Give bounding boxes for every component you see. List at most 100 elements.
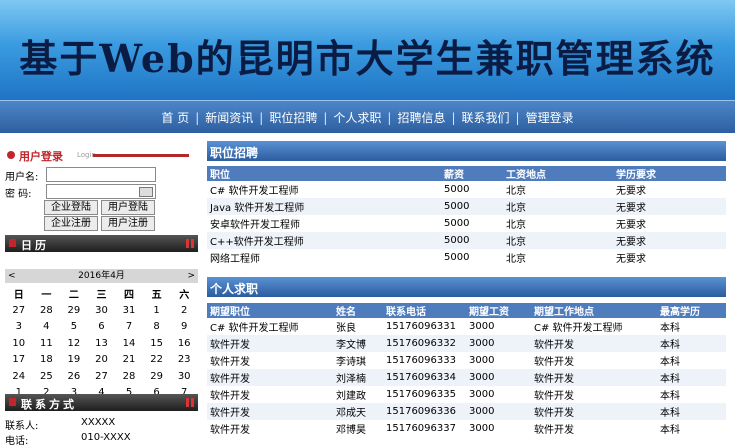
table-cell[interactable]: 网络工程师 — [207, 249, 441, 266]
section-bullet-icon — [9, 398, 16, 406]
calendar-day[interactable]: 27 — [5, 302, 33, 319]
password-input[interactable] — [46, 184, 156, 199]
main-nav: 首 页 | 新闻资讯 | 职位招聘 | 个人求职 | 招聘信息 | 联系我们 | 管理登录 — [0, 100, 735, 133]
calendar-day[interactable]: 4 — [33, 319, 61, 336]
job-row[interactable]: Java 软件开发工程师 5000 北京 无要求 — [207, 198, 726, 215]
nav-separator: | — [323, 111, 328, 125]
calendar-day[interactable]: 2 — [170, 302, 198, 319]
table-cell[interactable]: 软件开发 — [207, 352, 333, 369]
calendar-day[interactable]: 25 — [33, 368, 61, 385]
company-login-button[interactable]: 企业登陆 — [44, 200, 98, 215]
user-register-button[interactable]: 用户注册 — [101, 216, 155, 231]
table-cell: 北京 — [506, 220, 526, 231]
calendar-day[interactable]: 31 — [115, 302, 143, 319]
table-cell[interactable]: C++软件开发工程师 — [207, 232, 441, 249]
calendar-day[interactable]: 11 — [33, 335, 61, 352]
table-cell: 软件开发 — [531, 403, 657, 420]
table-cell[interactable]: C# 软件开发工程师 — [207, 318, 333, 335]
calendar-day[interactable]: 12 — [60, 335, 88, 352]
table-cell[interactable]: Java 软件开发工程师 — [207, 198, 441, 215]
nav-separator: | — [515, 111, 520, 125]
table-cell: 3000 — [466, 369, 531, 386]
calendar-day[interactable]: 28 — [115, 368, 143, 385]
table-cell: 本科 — [660, 357, 680, 368]
table-cell: 15176096332 — [383, 335, 466, 352]
calendar-day[interactable]: 8 — [143, 319, 171, 336]
table-cell[interactable]: 软件开发 — [207, 369, 333, 386]
seeker-row[interactable]: 软件开发 邓成天 15176096336 3000 软件开发 本科 — [207, 403, 726, 420]
nav-link[interactable]: 职位招聘 — [269, 111, 317, 125]
table-cell[interactable]: C# 软件开发工程师 — [207, 181, 441, 198]
calendar-day[interactable]: 10 — [5, 335, 33, 352]
column-header: 联系电话 — [383, 303, 466, 318]
weekday-header: 一 — [41, 290, 52, 301]
user-login-button[interactable]: 用户登陆 — [101, 200, 155, 215]
table-cell: 无要求 — [613, 232, 726, 249]
calendar-day[interactable]: 20 — [88, 352, 116, 369]
table-cell: 软件开发 — [531, 369, 657, 386]
calendar-day[interactable]: 3 — [5, 319, 33, 336]
calendar-day[interactable]: 30 — [170, 368, 198, 385]
seeker-row[interactable]: 软件开发 李文博 15176096332 3000 软件开发 本科 — [207, 335, 726, 352]
job-row[interactable]: 网络工程师 5000 北京 无要求 — [207, 249, 726, 266]
table-cell[interactable]: 软件开发 — [207, 335, 333, 352]
table-cell: 无要求 — [613, 198, 726, 215]
calendar-day[interactable]: 29 — [60, 302, 88, 319]
seeker-row[interactable]: C# 软件开发工程师 张良 15176096331 3000 C# 软件开发工程师 本科 — [207, 318, 726, 335]
keyboard-icon[interactable] — [139, 187, 153, 197]
calendar-day[interactable]: 9 — [170, 319, 198, 336]
calendar-day[interactable]: 28 — [33, 302, 61, 319]
table-cell: 北京 — [506, 254, 526, 265]
calendar-day[interactable]: 24 — [5, 368, 33, 385]
table-cell[interactable]: 软件开发 — [207, 420, 333, 437]
seeker-row[interactable]: 软件开发 刘建政 15176096335 3000 软件开发 本科 — [207, 386, 726, 403]
calendar-day[interactable]: 30 — [88, 302, 116, 319]
calendar-day[interactable]: 6 — [88, 319, 116, 336]
calendar-day[interactable]: 26 — [60, 368, 88, 385]
calendar-day[interactable]: 23 — [170, 352, 198, 369]
nav-link[interactable]: 管理登录 — [526, 111, 574, 125]
calendar-day[interactable]: 29 — [143, 368, 171, 385]
seeker-row[interactable]: 软件开发 刘泽楠 15176096334 3000 软件开发 本科 — [207, 369, 726, 386]
calendar-day[interactable]: 17 — [5, 352, 33, 369]
company-register-button[interactable]: 企业注册 — [44, 216, 98, 231]
calendar-prev-icon[interactable]: < — [8, 269, 16, 283]
calendar-day[interactable]: 27 — [88, 368, 116, 385]
table-cell[interactable]: 安卓软件开发工程师 — [207, 215, 441, 232]
seeker-row[interactable]: 软件开发 李诗琪 15176096333 3000 软件开发 本科 — [207, 352, 726, 369]
nav-link[interactable]: 招聘信息 — [397, 111, 445, 125]
calendar-day[interactable]: 16 — [170, 335, 198, 352]
calendar-grid: 日一二三四五六 27 28 29 30 31 1 2 3 4 5 6 7 8 9 10 11 12 13 14 15 16… — [5, 285, 198, 401]
calendar-day[interactable]: 22 — [143, 352, 171, 369]
table-cell: 3000 — [466, 403, 531, 420]
table-cell[interactable]: 软件开发 — [207, 403, 333, 420]
table-cell: 北京 — [503, 198, 613, 215]
job-row[interactable]: C++软件开发工程师 5000 北京 无要求 — [207, 232, 726, 249]
calendar-day[interactable]: 15 — [143, 335, 171, 352]
table-cell: 李诗琪 — [336, 357, 366, 368]
table-cell[interactable]: 软件开发 — [207, 386, 333, 403]
table-cell: 本科 — [657, 369, 726, 386]
seeker-row[interactable]: 软件开发 邓博昊 15176096337 3000 软件开发 本科 — [207, 420, 726, 437]
nav-link[interactable]: 个人求职 — [333, 111, 381, 125]
nav-link[interactable]: 首 页 — [161, 111, 189, 125]
calendar-day[interactable]: 19 — [60, 352, 88, 369]
table-cell: 无要求 — [616, 254, 646, 265]
calendar-day[interactable]: 7 — [115, 319, 143, 336]
job-row[interactable]: 安卓软件开发工程师 5000 北京 无要求 — [207, 215, 726, 232]
login-title: 用户登录 — [19, 150, 63, 163]
column-header: 期望工作地点 — [531, 303, 657, 318]
username-input[interactable] — [46, 167, 156, 182]
calendar-next-icon[interactable]: > — [187, 269, 195, 283]
nav-link[interactable]: 联系我们 — [462, 111, 510, 125]
table-cell: 软件开发 — [534, 391, 574, 402]
nav-link[interactable]: 新闻资讯 — [205, 111, 253, 125]
calendar-day[interactable]: 21 — [115, 352, 143, 369]
calendar-day[interactable]: 14 — [115, 335, 143, 352]
section-end-icon — [191, 239, 194, 248]
calendar-day[interactable]: 18 — [33, 352, 61, 369]
job-row[interactable]: C# 软件开发工程师 5000 北京 无要求 — [207, 181, 726, 198]
calendar-day[interactable]: 13 — [88, 335, 116, 352]
calendar-day[interactable]: 5 — [60, 319, 88, 336]
calendar-day[interactable]: 1 — [143, 302, 171, 319]
